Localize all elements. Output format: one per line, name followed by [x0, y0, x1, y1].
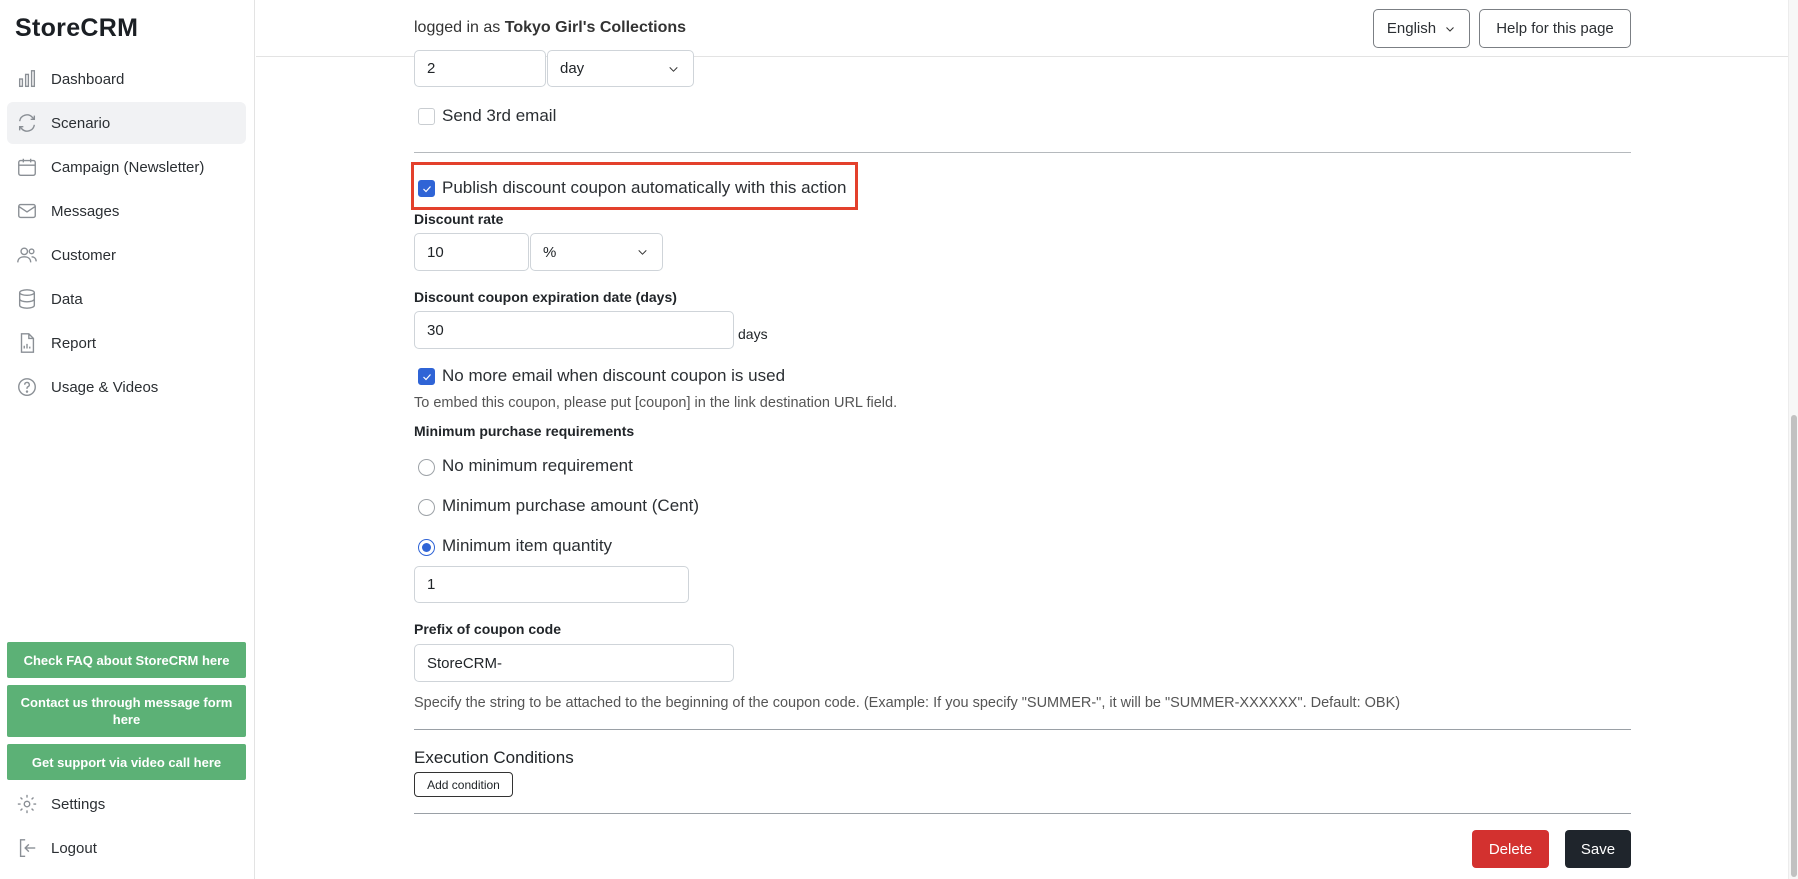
sidebar-item-label: Messages	[51, 202, 120, 220]
discount-unit-value: %	[543, 243, 557, 261]
execution-conditions-title: Execution Conditions	[414, 748, 574, 767]
sidebar-item-label: Dashboard	[51, 70, 125, 88]
send-3rd-email-label: Send 3rd email	[442, 106, 557, 125]
sidebar-item-campaign[interactable]: Campaign (Newsletter)	[7, 146, 246, 188]
chevron-down-icon	[1444, 23, 1456, 35]
sidebar-item-dashboard[interactable]: Dashboard	[7, 58, 246, 100]
sidebar-item-customer[interactable]: Customer	[7, 234, 246, 276]
min-purchase-label: Minimum purchase requirements	[414, 423, 635, 439]
radio-no-minimum-label: No minimum requirement	[442, 456, 633, 475]
chevron-down-icon	[638, 250, 647, 255]
divider	[414, 152, 1631, 153]
min-quantity-input[interactable]: 1	[414, 566, 689, 603]
sidebar-item-label: Scenario	[51, 114, 111, 132]
radio-min-quantity-label: Minimum item quantity	[442, 536, 613, 555]
sidebar-bottom-nav: Settings Logout	[7, 783, 246, 871]
divider	[414, 813, 1631, 814]
sidebar-item-report[interactable]: Report	[7, 322, 246, 364]
sidebar-item-label: Settings	[51, 795, 106, 813]
radio-min-amount-label: Minimum purchase amount (Cent)	[442, 496, 699, 515]
checkmark-icon	[422, 185, 431, 192]
prefix-hint: Specify the string to be attached to the…	[414, 695, 1401, 711]
expiration-label: Discount coupon expiration date (days)	[414, 289, 677, 305]
chevron-down-icon	[669, 66, 678, 72]
prefix-input[interactable]: StoreCRM-	[414, 644, 734, 682]
sidebar-item-label: Logout	[51, 839, 97, 857]
radio-min-quantity[interactable]	[418, 539, 435, 556]
no-more-email-checkbox[interactable]	[418, 368, 435, 385]
delete-button[interactable]: Delete	[1472, 830, 1549, 868]
interval-value-input[interactable]: 2	[414, 50, 546, 87]
help-button[interactable]: Help for this page	[1479, 9, 1631, 48]
interval-unit-select[interactable]: day	[547, 50, 694, 87]
sidebar-item-logout[interactable]: Logout	[7, 827, 246, 869]
add-condition-button[interactable]: Add condition	[414, 772, 513, 797]
document-chart-icon	[16, 332, 38, 354]
divider	[414, 729, 1631, 730]
video-call-button[interactable]: Get support via video call here	[7, 744, 246, 780]
logged-in-text: logged in as Tokyo Girl's Collections	[414, 19, 686, 37]
sidebar-item-messages[interactable]: Messages	[7, 190, 246, 232]
language-label: English	[1386, 20, 1437, 37]
calendar-icon	[16, 156, 38, 178]
question-circle-icon	[16, 376, 38, 398]
sidebar-item-label: Data	[51, 290, 83, 308]
main-content: 2 day Send 3rd email Publish discount co…	[256, 50, 1788, 879]
app-logo[interactable]: StoreCRM	[15, 14, 138, 43]
prefix-label: Prefix of coupon code	[414, 621, 562, 637]
envelope-icon	[16, 200, 38, 222]
sidebar-item-label: Campaign (Newsletter)	[51, 158, 205, 176]
discount-unit-select[interactable]: %	[530, 233, 663, 271]
sidebar-item-scenario[interactable]: Scenario	[7, 102, 246, 144]
sidebar-item-data[interactable]: Data	[7, 278, 246, 320]
users-icon	[16, 244, 38, 266]
publish-coupon-label: Publish discount coupon automatically wi…	[442, 178, 847, 197]
sidebar-item-usage[interactable]: Usage & Videos	[7, 366, 246, 408]
sidebar-item-settings[interactable]: Settings	[7, 783, 246, 825]
embed-hint: To embed this coupon, please put [coupon…	[414, 395, 898, 411]
refresh-icon	[16, 112, 38, 134]
save-button[interactable]: Save	[1565, 830, 1631, 868]
logged-in-prefix: logged in as	[414, 19, 501, 36]
interval-unit-value: day	[560, 60, 585, 77]
expiration-input[interactable]: 30	[414, 311, 734, 349]
scrollbar[interactable]	[1788, 0, 1798, 879]
bar-chart-icon	[16, 68, 38, 90]
sidebar-item-label: Customer	[51, 246, 117, 264]
publish-coupon-checkbox[interactable]	[418, 180, 435, 197]
logout-icon	[16, 837, 38, 859]
database-icon	[16, 288, 38, 310]
language-select[interactable]: English	[1373, 9, 1470, 48]
sidebar-nav: Dashboard Scenario Campaign (Newsletter)…	[7, 58, 246, 410]
no-more-email-label: No more email when discount coupon is us…	[442, 366, 786, 385]
checkmark-icon	[422, 373, 431, 380]
contact-form-button[interactable]: Contact us through message form here	[7, 685, 246, 737]
radio-no-minimum[interactable]	[418, 459, 435, 476]
radio-min-amount[interactable]	[418, 499, 435, 516]
scrollbar-thumb[interactable]	[1791, 415, 1797, 877]
discount-rate-input[interactable]: 10	[414, 233, 529, 271]
discount-rate-label: Discount rate	[414, 211, 504, 227]
sidebar-item-label: Report	[51, 334, 97, 352]
store-name: Tokyo Girl's Collections	[504, 19, 687, 36]
faq-button[interactable]: Check FAQ about StoreCRM here	[7, 642, 246, 678]
gear-icon	[16, 793, 38, 815]
expiration-suffix: days	[738, 326, 768, 342]
top-header: logged in as Tokyo Girl's Collections En…	[256, 0, 1788, 57]
sidebar-item-label: Usage & Videos	[51, 378, 159, 396]
sidebar: StoreCRM Dashboard Scenario Campaign (Ne…	[0, 0, 255, 879]
send-3rd-email-checkbox[interactable]	[418, 108, 435, 125]
